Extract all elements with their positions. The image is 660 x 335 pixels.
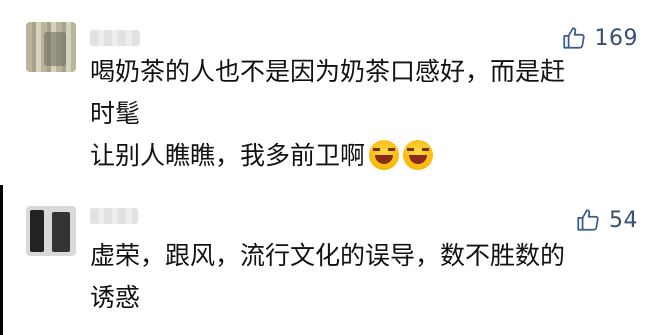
comment-text: 虚荣，跟风，流行文化的误导，数不胜数的 诱惑 [90,235,630,319]
thumbs-up-icon [562,27,585,49]
comment-text: 喝奶茶的人也不是因为奶茶口感好，而是赶 时髦 让别人瞧瞧，我多前卫啊 [90,51,630,177]
comment-item: 169 喝奶茶的人也不是因为奶茶口感好，而是赶 时髦 让别人瞧瞧，我多前卫啊 [0,0,660,185]
username-blurred[interactable] [90,208,138,224]
comment-line: 诱惑 [90,283,141,312]
comment-line: 喝奶茶的人也不是因为奶茶口感好，而是赶 [90,57,566,86]
comment-line: 时髦 [90,99,141,128]
comment-item: 54 虚荣，跟风，流行文化的误导，数不胜数的 诱惑 [0,185,660,335]
like-button[interactable]: 54 [575,204,638,236]
avatar[interactable] [26,22,76,72]
avatar[interactable] [26,206,76,256]
comment-line-with-emoji: 让别人瞧瞧，我多前卫啊 [90,135,630,177]
laughing-crying-emoji-icon [369,140,400,170]
comment-line: 让别人瞧瞧，我多前卫啊 [90,141,366,170]
laughing-crying-emoji-icon [403,140,434,170]
like-count: 169 [594,25,638,51]
divider [0,185,3,335]
like-button[interactable]: 169 [561,22,639,54]
comment-line: 虚荣，跟风，流行文化的误导，数不胜数的 [90,241,566,270]
like-count: 54 [609,207,638,233]
thumbs-up-icon [577,209,599,231]
username-blurred[interactable] [90,30,140,46]
